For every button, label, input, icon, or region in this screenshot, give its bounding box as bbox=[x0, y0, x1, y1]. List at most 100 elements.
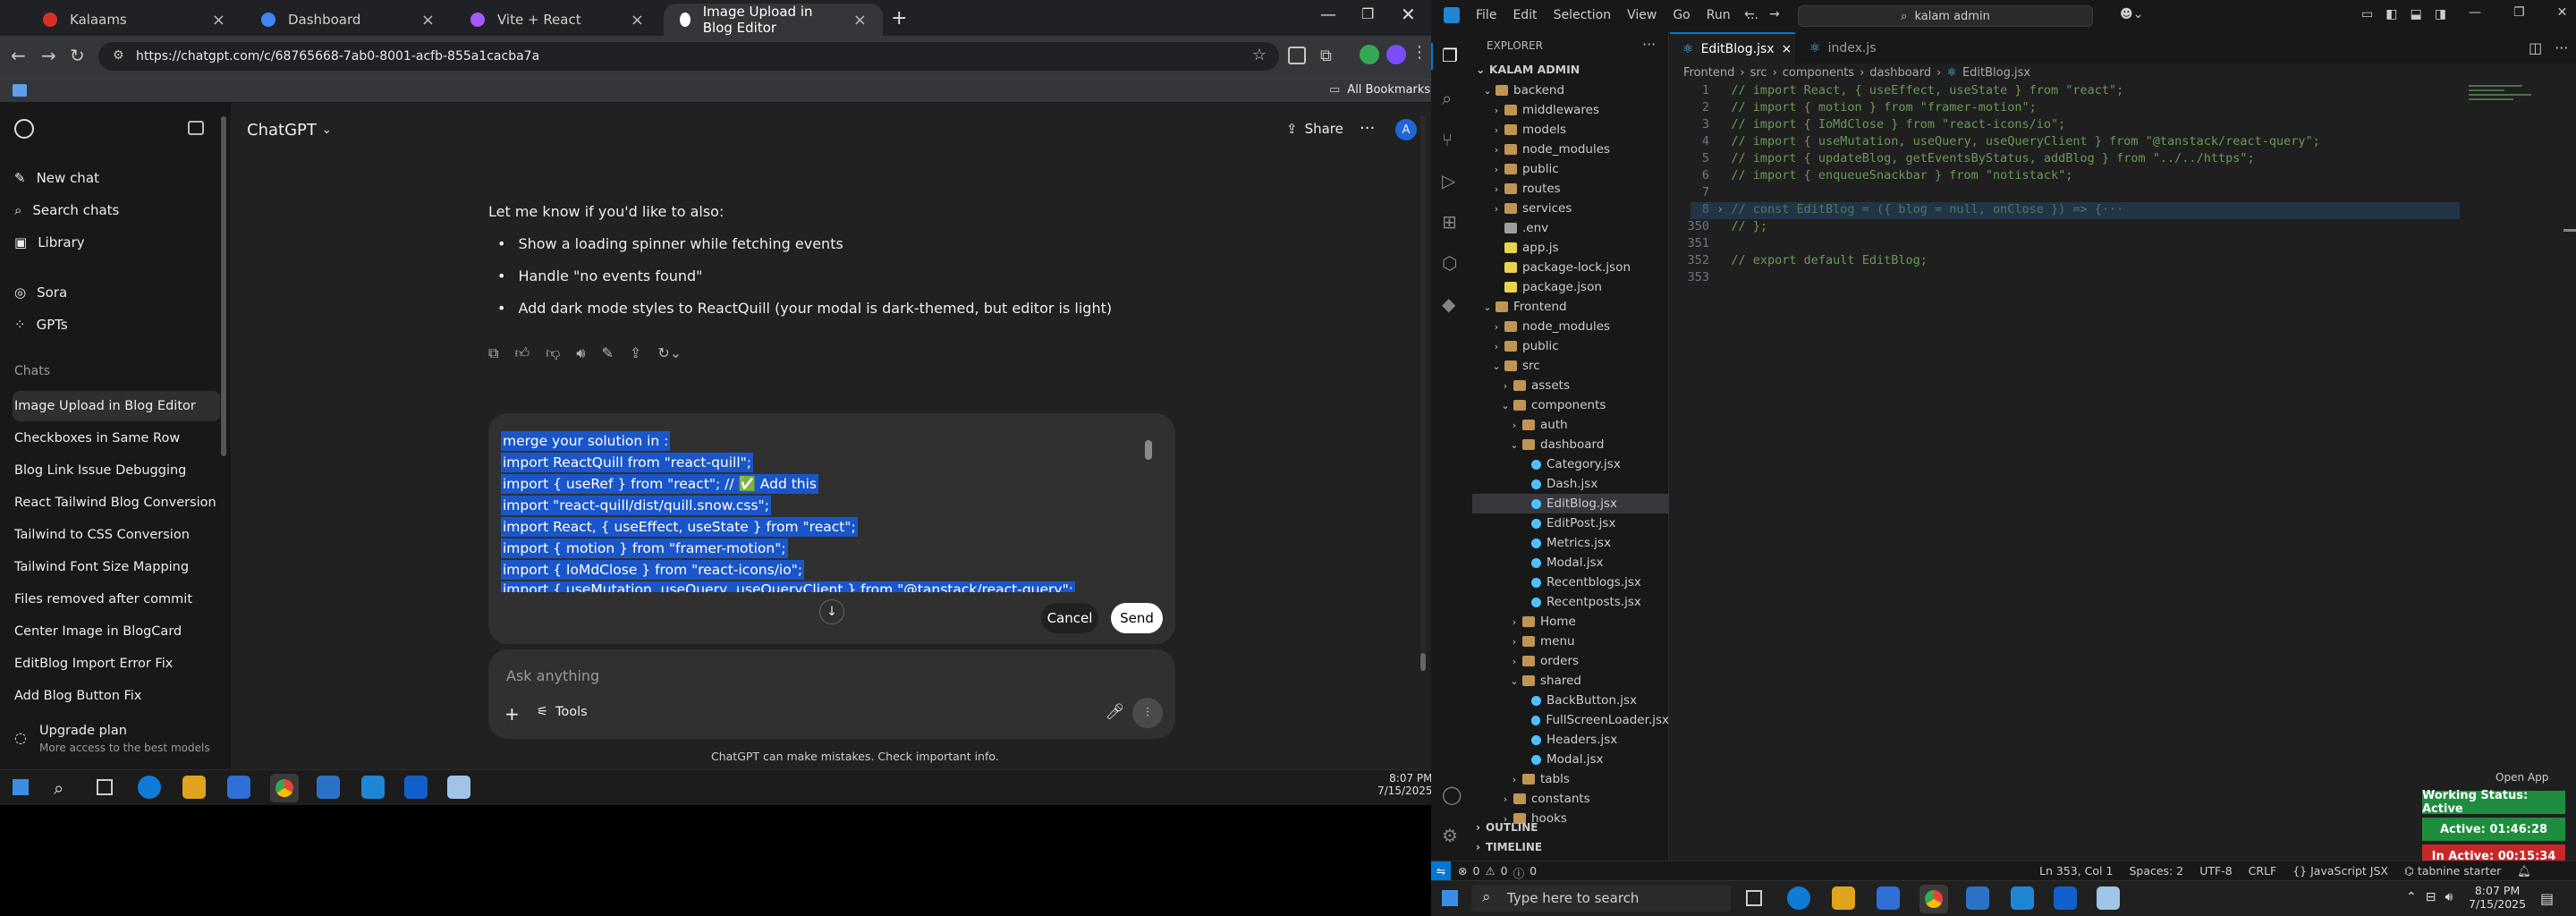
thumbs-up-icon[interactable]: 👍︎ bbox=[514, 344, 530, 362]
sidebar-toggle-icon[interactable] bbox=[188, 121, 204, 135]
tree-file[interactable]: Modal.jsx bbox=[1472, 750, 1669, 769]
line-ending[interactable]: CRLF bbox=[2249, 864, 2277, 878]
restore-icon[interactable]: ❐ bbox=[1361, 5, 1374, 22]
browser-tab-image-upload[interactable]: Image Upload in Blog Editor × bbox=[664, 4, 883, 36]
chat-item[interactable]: Image Upload in Blog Editor bbox=[13, 391, 220, 421]
windows-start-icon[interactable] bbox=[13, 779, 29, 795]
forward-icon[interactable]: → bbox=[41, 45, 56, 66]
copilot-icon[interactable]: ☻⌄ bbox=[2120, 7, 2143, 21]
notification-center-icon[interactable]: ▤ bbox=[2540, 890, 2554, 907]
tree-file[interactable]: Metrics.jsx bbox=[1472, 533, 1669, 553]
command-center-search[interactable]: ⌕ kalam admin bbox=[1798, 5, 2093, 27]
tree-file[interactable]: Recentblogs.jsx bbox=[1472, 572, 1669, 592]
browser-tab-dashboard[interactable]: Dashboard × bbox=[245, 4, 451, 36]
extensions-icon[interactable]: ⊞ bbox=[1442, 211, 1457, 233]
tree-folder[interactable]: › node_modules bbox=[1472, 140, 1669, 159]
tree-folder[interactable]: › assets bbox=[1472, 376, 1669, 395]
profile-icon[interactable] bbox=[1360, 45, 1379, 64]
tab-index[interactable]: ⚛ index.js bbox=[1797, 32, 1904, 64]
tab-editblog[interactable]: ⚛ EditBlog.jsx × bbox=[1670, 32, 1795, 64]
close-icon[interactable]: × bbox=[212, 11, 225, 30]
language-mode[interactable]: {} JavaScript JSX bbox=[2292, 864, 2388, 878]
new-tab-icon[interactable]: + bbox=[891, 7, 907, 30]
problems-indicator[interactable]: ⊗ 0 ⚠ 0 ⓘ 0 bbox=[1458, 864, 1537, 881]
tabnine-icon[interactable]: ◆ bbox=[1442, 293, 1455, 315]
store-icon[interactable] bbox=[227, 776, 250, 799]
chrome-icon-active[interactable] bbox=[270, 774, 299, 802]
back-icon[interactable]: ← bbox=[11, 45, 26, 66]
add-icon[interactable]: + bbox=[504, 703, 520, 725]
library-button[interactable]: ▣ Library bbox=[13, 228, 220, 257]
openai-logo-icon[interactable] bbox=[14, 119, 34, 139]
chat-item[interactable]: EditBlog Import Error Fix bbox=[13, 649, 220, 679]
tree-file[interactable]: FullScreenLoader.jsx bbox=[1472, 710, 1669, 730]
tree-file[interactable]: BackButton.jsx bbox=[1472, 691, 1669, 710]
new-chat-button[interactable]: ✎ New chat bbox=[13, 164, 220, 192]
tree-file[interactable]: Recentposts.jsx bbox=[1472, 592, 1669, 612]
chat-item[interactable]: Center Image in BlogCard bbox=[13, 616, 220, 647]
windows-start-icon[interactable] bbox=[1442, 890, 1458, 906]
layout-bottom-icon[interactable]: ⬓ bbox=[2410, 7, 2421, 21]
vscode-icon[interactable] bbox=[2011, 886, 2034, 910]
source-control-icon[interactable]: ⑂ bbox=[1442, 129, 1453, 150]
gear-icon[interactable]: ⚙ bbox=[1442, 825, 1458, 846]
menu-selection[interactable]: Selection bbox=[1554, 8, 1612, 22]
scroll-down-icon[interactable]: ↓ bbox=[819, 599, 844, 624]
tree-file[interactable]: package.json bbox=[1472, 277, 1669, 297]
bookmark-star-icon[interactable]: ☆ bbox=[1252, 46, 1267, 64]
network-icon[interactable]: ⊟ bbox=[2426, 890, 2436, 904]
timeline-section[interactable]: › TIMELINE bbox=[1476, 841, 1542, 853]
gpts-button[interactable]: ⁘ GPTs bbox=[13, 310, 220, 339]
menu-edit[interactable]: Edit bbox=[1513, 8, 1537, 22]
menu-run[interactable]: Run bbox=[1707, 8, 1731, 22]
breadcrumb-item[interactable]: components bbox=[1783, 66, 1854, 80]
tree-file[interactable]: Modal.jsx bbox=[1472, 553, 1669, 572]
remote-status-icon[interactable]: ⇋ bbox=[1431, 861, 1451, 881]
send-button[interactable]: Send bbox=[1111, 603, 1163, 633]
voice-mode-icon[interactable]: ⫶ bbox=[1132, 698, 1163, 728]
layout-sidebar-icon[interactable]: ◧ bbox=[2385, 7, 2397, 21]
share-button[interactable]: ⇪ Share bbox=[1286, 121, 1343, 137]
edit-canvas-icon[interactable]: ✎ bbox=[602, 344, 614, 362]
share-message-icon[interactable]: ⇪ bbox=[630, 344, 641, 362]
minimize-icon[interactable]: — bbox=[1320, 5, 1336, 24]
vscode-icon[interactable] bbox=[361, 776, 385, 799]
prompt-input[interactable]: Ask anything bbox=[506, 667, 599, 684]
task-view-icon[interactable] bbox=[1746, 890, 1762, 906]
account-icon[interactable]: ◯ bbox=[1442, 784, 1462, 805]
tree-folder[interactable]: ⌄ src bbox=[1472, 356, 1669, 376]
tree-folder[interactable]: ⌄ backend bbox=[1472, 81, 1669, 100]
thumbs-down-icon[interactable]: 👎︎ bbox=[546, 344, 560, 362]
encoding[interactable]: UTF-8 bbox=[2199, 864, 2232, 878]
more-actions-icon[interactable]: ··· bbox=[1642, 36, 1656, 53]
edit-message-box[interactable]: merge your solution in : import ReactQui… bbox=[488, 413, 1175, 644]
chrome-icon-active[interactable] bbox=[1919, 885, 1948, 913]
account-avatar-icon[interactable] bbox=[1386, 45, 1406, 64]
tree-folder[interactable]: ⌄ Frontend bbox=[1472, 297, 1669, 317]
url-input[interactable]: ⚙ https://chatgpt.com/c/68765668-7ab0-80… bbox=[98, 42, 1279, 71]
tree-folder[interactable]: › node_modules bbox=[1472, 317, 1669, 336]
edge-icon[interactable] bbox=[1787, 886, 1810, 910]
puzzle-icon[interactable]: ⧉ bbox=[1320, 47, 1332, 65]
tree-folder[interactable]: › middlewares bbox=[1472, 100, 1669, 120]
browser-tab-vite[interactable]: Vite + React × bbox=[454, 4, 660, 36]
more-actions-icon[interactable]: ··· bbox=[2555, 39, 2568, 56]
chat-item[interactable]: Add Blog Button Fix bbox=[13, 681, 220, 711]
menu-file[interactable]: File bbox=[1476, 8, 1496, 22]
explorer-icon[interactable]: ❐ bbox=[1442, 45, 1458, 66]
app-icon[interactable] bbox=[447, 776, 470, 799]
model-selector[interactable]: ChatGPT ⌄ bbox=[247, 121, 332, 140]
tree-folder[interactable]: › tabls bbox=[1472, 769, 1669, 789]
tree-file[interactable]: .env bbox=[1472, 218, 1669, 238]
close-icon[interactable]: × bbox=[1782, 42, 1792, 56]
tree-folder[interactable]: › menu bbox=[1472, 632, 1669, 651]
chat-item[interactable]: Blog Link Issue Debugging bbox=[13, 455, 220, 486]
search-icon[interactable]: ⌕ bbox=[1442, 88, 1452, 109]
nav-back-icon[interactable]: ← bbox=[1744, 7, 1755, 21]
tree-folder[interactable]: › auth bbox=[1472, 415, 1669, 435]
upgrade-plan-button[interactable]: ◌ Upgrade plan More access to the best m… bbox=[13, 722, 220, 763]
cursor-position[interactable]: Ln 353, Col 1 bbox=[2039, 864, 2113, 878]
volume-icon[interactable]: 🔊︎ bbox=[2445, 890, 2453, 904]
file-explorer-icon[interactable] bbox=[1832, 886, 1855, 910]
extension-icon[interactable] bbox=[1288, 47, 1306, 64]
